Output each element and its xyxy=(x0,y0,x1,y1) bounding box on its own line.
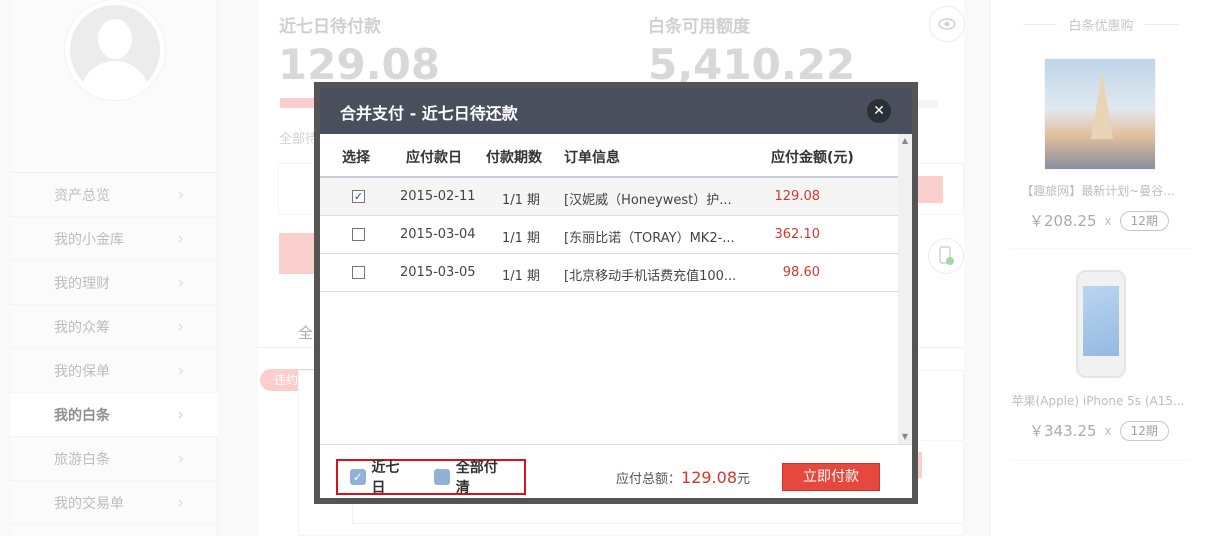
row-period: 1/1 期 xyxy=(502,231,541,246)
row-amount: 98.60 xyxy=(782,265,820,280)
table-scrollbar[interactable]: ▲ ▼ xyxy=(898,134,912,444)
row-checkbox[interactable]: ✓ xyxy=(352,190,365,203)
dialog-title: 合并支付 - 近七日待还款 xyxy=(340,104,518,123)
column-period: 付款期数 xyxy=(486,150,542,166)
row-due-date: 2015-03-04 xyxy=(400,227,476,242)
column-select: 选择 xyxy=(342,150,370,166)
row-checkbox[interactable] xyxy=(352,228,365,241)
column-amount: 应付金额(元) xyxy=(771,150,854,166)
table-row[interactable]: 2015-03-05 1/1 期 [北京移动手机话费充值100... 98.60 xyxy=(320,254,898,292)
row-order-info[interactable]: [北京移动手机话费充值100... xyxy=(564,265,736,284)
option-seven-days[interactable]: ✓ 近七日 xyxy=(350,457,412,497)
row-due-date: 2015-02-11 xyxy=(400,189,476,204)
row-due-date: 2015-03-05 xyxy=(400,265,476,280)
total-value: 129.08 xyxy=(681,468,737,487)
table-row[interactable]: ✓ 2015-02-11 1/1 期 [汉妮威（Honeywest）护... 1… xyxy=(320,178,898,216)
total-label: 应付总额： xyxy=(616,472,682,487)
table-header: 选择 应付款日 付款期数 订单信息 应付金额(元) xyxy=(320,134,898,178)
pay-now-button[interactable]: 立即付款 xyxy=(782,463,880,491)
checkbox-icon[interactable] xyxy=(434,469,450,485)
row-period: 1/1 期 xyxy=(502,269,541,284)
table-row[interactable]: 2015-03-04 1/1 期 [东丽比诺（TORAY）MK2-... 362… xyxy=(320,216,898,254)
column-order-info: 订单信息 xyxy=(564,150,620,166)
total-unit: 元 xyxy=(737,472,751,487)
option-label: 近七日 xyxy=(371,460,400,496)
checkbox-checked-icon[interactable]: ✓ xyxy=(350,469,366,485)
option-pay-all[interactable]: 全部付清 xyxy=(434,457,510,497)
close-icon[interactable]: ✕ xyxy=(867,99,891,123)
scroll-up-icon[interactable]: ▲ xyxy=(898,134,912,148)
row-amount: 362.10 xyxy=(774,227,821,242)
bill-table: 选择 应付款日 付款期数 订单信息 应付金额(元) ✓ 2015-02-11 1… xyxy=(320,134,912,444)
combined-payment-dialog: 合并支付 - 近七日待还款 ✕ 选择 应付款日 付款期数 订单信息 应付金额(元… xyxy=(314,82,918,504)
dialog-footer: ✓ 近七日 全部付清 应付总额：129.08元 立即付款 xyxy=(320,444,912,504)
dialog-header: 合并支付 - 近七日待还款 ✕ xyxy=(320,88,912,134)
payment-range-options: ✓ 近七日 全部付清 xyxy=(336,457,526,497)
total-amount: 应付总额：129.08元 xyxy=(616,468,750,487)
row-order-info[interactable]: [东丽比诺（TORAY）MK2-... xyxy=(564,227,735,246)
row-order-info[interactable]: [汉妮威（Honeywest）护... xyxy=(564,189,732,208)
column-due-date: 应付款日 xyxy=(406,150,462,166)
row-checkbox[interactable] xyxy=(352,266,365,279)
row-period: 1/1 期 xyxy=(502,193,541,208)
option-label: 全部付清 xyxy=(455,460,498,496)
scroll-down-icon[interactable]: ▼ xyxy=(898,430,912,444)
row-amount: 129.08 xyxy=(774,189,821,204)
